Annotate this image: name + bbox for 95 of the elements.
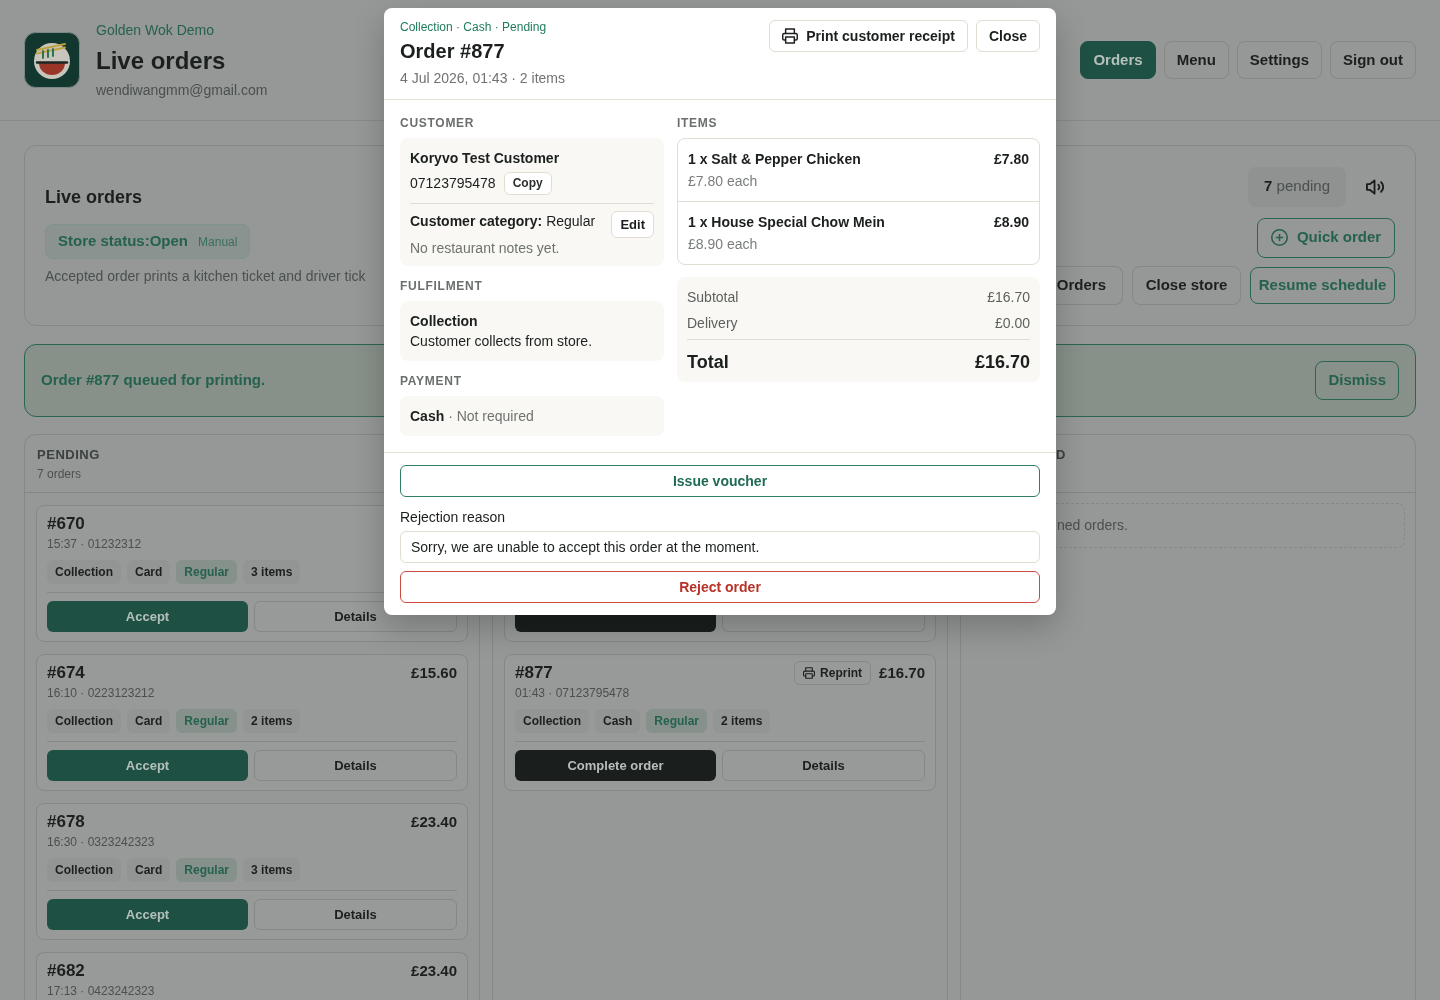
printing-note: Accepted order prints a kitchen ticket and driver tick (45, 267, 366, 286)
pending-count: 7 pending (1248, 166, 1346, 207)
complete-order-button[interactable]: Complete order (515, 750, 716, 781)
order-tag: 2 items (243, 709, 301, 733)
column-count: 7 orders (37, 466, 82, 483)
order-tag: Regular (646, 709, 708, 733)
item-unit-price: £8.90 each (688, 235, 758, 254)
print-receipt-button[interactable]: Print customer receipt (769, 20, 968, 52)
fulfilment-method: Collection (410, 312, 478, 331)
order-meta: 16:10 · 0223123212 (47, 685, 155, 701)
item-price: £7.80 (993, 150, 1029, 169)
order-tag: Regular (176, 709, 238, 733)
section-label: FULFILMENT (400, 278, 483, 294)
details-button[interactable]: Details (254, 750, 457, 781)
page-title: Live orders (96, 46, 226, 76)
section-label: PAYMENT (400, 373, 462, 389)
order-tag: 3 items (243, 560, 301, 584)
accept-button[interactable]: Accept (47, 750, 248, 781)
nav-tab[interactable]: Orders (1080, 41, 1156, 79)
copy-button[interactable]: Copy (503, 171, 552, 195)
item-unit-price: £7.80 each (688, 172, 758, 191)
order-tags: Collection · Cash · Pending (400, 19, 547, 35)
item-name: 1 x Salt & Pepper Chicken (688, 150, 861, 169)
column-title: PENDING (37, 446, 100, 464)
close-button[interactable]: Close (975, 20, 1040, 52)
speaker-icon[interactable] (1366, 178, 1384, 195)
order-number: #678 (47, 811, 85, 833)
order-meta: 15:37 · 01232312 (47, 536, 142, 552)
total-label: Total (687, 351, 729, 374)
printer-icon (782, 28, 799, 44)
order-tag: Card (127, 709, 171, 733)
order-tag: 3 items (243, 858, 301, 882)
brand-name: Golden Wok Demo (96, 21, 214, 40)
nav-tab[interactable]: Settings (1236, 41, 1322, 79)
order-tag: Collection (515, 709, 589, 733)
section-label: ITEMS (677, 115, 718, 131)
order-total: £23.40 (411, 811, 457, 832)
order-tag: Regular (176, 858, 238, 882)
plus-circle-icon (1270, 229, 1288, 246)
order-number: #670 (47, 513, 85, 535)
banner-message: Order #877 queued for printing. (41, 370, 266, 391)
reprint-button[interactable]: Reprint (794, 661, 872, 685)
column-title: D (1056, 446, 1066, 464)
dialog-title: Order #877 (400, 39, 505, 64)
details-button[interactable]: Details (254, 899, 457, 930)
issue-voucher-button[interactable]: Issue voucher (400, 465, 1040, 497)
order-total: £23.40 (411, 960, 457, 981)
section-title: Live orders (45, 186, 143, 209)
order-tag: 2 items (713, 709, 771, 733)
order-number: #682 (47, 960, 85, 982)
order-tag: Cash (595, 709, 641, 733)
customer-notes: No restaurant notes yet. (410, 239, 560, 258)
rejection-reason-label: Rejection reason (400, 508, 506, 527)
nav-tab[interactable]: Sign out (1330, 41, 1416, 79)
order-number: #674 (47, 662, 85, 684)
order-number: #877 (515, 662, 553, 684)
order-total: £16.70 (879, 662, 925, 683)
store-status-text: Store status:Open (58, 231, 189, 252)
order-total: £15.60 (411, 662, 457, 683)
order-tag: Card (127, 560, 171, 584)
close-store-button[interactable]: Close store (1132, 265, 1241, 305)
total-label: Subtotal (687, 288, 739, 307)
nav-tab[interactable]: Menu (1163, 41, 1229, 79)
customer-name: Koryvo Test Customer (410, 149, 560, 168)
order-meta: 16:30 · 0323242323 (47, 834, 155, 850)
bowl-logo-icon (24, 32, 80, 88)
total-value: £0.00 (994, 314, 1030, 333)
total-value: £16.70 (987, 288, 1030, 307)
fulfilment-detail: Customer collects from store. (410, 332, 593, 351)
order-tag: Regular (176, 560, 238, 584)
order-meta: 17:13 · 0423242323 (47, 983, 155, 999)
edit-button[interactable]: Edit (611, 211, 654, 238)
rejection-reason-field[interactable]: Sorry, we are unable to accept this order at the moment. (400, 531, 1040, 563)
item-name: 1 x House Special Chow Mein (688, 213, 885, 232)
account-email: wendiwangmm@gmail.com (96, 81, 268, 100)
order-tag: Card (127, 858, 171, 882)
reject-order-button[interactable]: Reject order (400, 571, 1040, 603)
total-value: £16.70 (974, 351, 1030, 374)
order-meta: 01:43 · 07123795478 (515, 685, 630, 701)
details-button[interactable]: Details (722, 750, 925, 781)
total-label: Delivery (687, 314, 738, 333)
section-label: CUSTOMER (400, 115, 475, 131)
order-tag: Collection (47, 709, 121, 733)
accept-button[interactable]: Accept (47, 601, 248, 632)
customer-category: Customer category: Regular (410, 212, 596, 231)
printer-icon (803, 667, 816, 679)
order-tag: Collection (47, 858, 121, 882)
customer-phone: 07123795478 (410, 173, 496, 193)
payment-method: Cash · Not required (410, 407, 534, 426)
status-mode-text: Manual (198, 233, 238, 251)
item-price: £8.90 (993, 213, 1029, 232)
complete-order-button[interactable] (515, 615, 716, 632)
order-date: 4 Jul 2026, 01:43 · 2 items (400, 69, 565, 88)
order-tag: Collection (47, 560, 121, 584)
accept-button[interactable]: Accept (47, 899, 248, 930)
